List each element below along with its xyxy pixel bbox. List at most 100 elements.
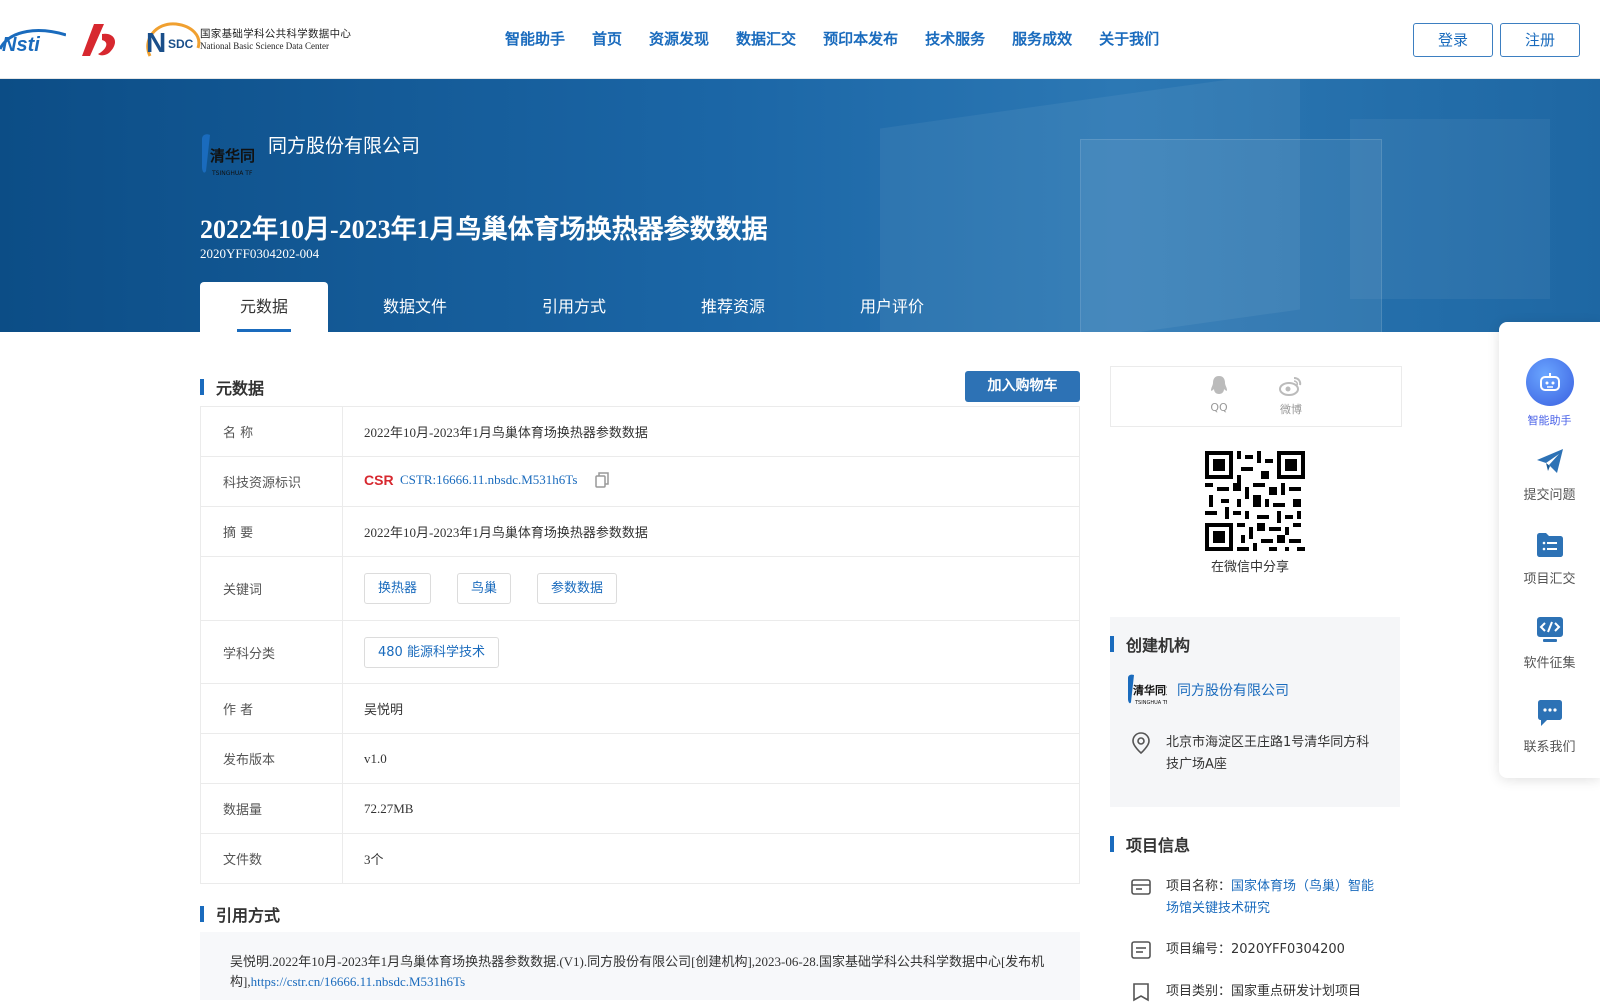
section-bar [1110,636,1114,652]
float-collect-label: 项目汇交 [1523,572,1576,587]
creator-section-title: 创建机构 [1110,632,1190,656]
table-row: 作 者 吴悦明 [200,683,1080,734]
nav-service-results[interactable]: 服务成效 [1012,28,1072,49]
card-icon [1131,879,1151,895]
nav-ai-assistant[interactable]: 智能助手 [505,28,565,49]
tab-metadata[interactable]: 元数据 [200,282,328,332]
floating-toolbar: 智能助手 提交问题 项目汇交 软件征集 联系我们 [1499,322,1600,778]
keyword-tag[interactable]: 参数数据 [537,573,618,604]
nav-about[interactable]: 关于我们 [1099,28,1159,49]
nsdc-badge-icon: N SDC [146,22,201,58]
float-software-collect[interactable]: 软件征集 [1499,614,1600,671]
tab-data-files[interactable]: 数据文件 [328,282,502,332]
nav-home[interactable]: 首页 [592,28,622,49]
svg-text:清华同方: 清华同方 [210,147,254,165]
label-keywords: 关键词 [200,556,343,621]
org-name[interactable]: 同方股份有限公司 [268,131,420,158]
register-button[interactable]: 注册 [1500,23,1580,57]
section-bar [200,906,204,922]
table-row: 名 称 2022年10月-2023年1月鸟巢体育场换热器参数数据 [200,406,1080,457]
section-bar [1110,836,1114,852]
nsdc-text: 国家基础学科公共科学数据中心 National Basic Science Da… [200,28,351,52]
keyword-tag[interactable]: 换热器 [364,573,432,604]
label-name: 名 称 [200,406,343,457]
cstr-logo-icon: CSR [364,472,394,488]
nsdc-logo[interactable]: N SDC 国家基础学科公共科学数据中心 National Basic Scie… [142,20,351,60]
creator-logo: 清华同方 TSINGHUA TF [1128,674,1167,706]
tab-citation[interactable]: 引用方式 [502,282,646,332]
share-qq[interactable]: QQ [1199,375,1239,414]
code-icon [1536,617,1563,642]
citation-link[interactable]: https://cstr.cn/16666.11.nbsdc.M531h6Ts [251,974,466,989]
svg-text:CSR: CSR [364,472,394,488]
dataset-code: 2020YFF0304202-004 [200,246,320,261]
project-section-title: 项目信息 [1110,832,1190,856]
add-to-cart-button[interactable]: 加入购物车 [965,371,1080,402]
float-project-collect[interactable]: 项目汇交 [1499,530,1600,587]
document-icon [1131,941,1151,959]
value-cstr-cell: CSR CSTR:16666.11.nbsdc.M531h6Ts [342,456,1080,507]
value-keywords: 换热器 鸟巢 参数数据 [342,556,1080,621]
location-icon [1132,732,1150,754]
nsdc-cn-name: 国家基础学科公共科学数据中心 [200,28,352,40]
nav-resource-discovery[interactable]: 资源发现 [649,28,709,49]
float-submit-question[interactable]: 提交问题 [1499,446,1600,503]
main-nav: 智能助手 首页 资源发现 数据汇交 预印本发布 技术服务 服务成效 关于我们 [505,28,1186,49]
value-size: 72.27MB [342,783,1080,834]
login-button[interactable]: 登录 [1413,23,1493,57]
detail-tabs: 元数据 数据文件 引用方式 推荐资源 用户评价 [200,282,964,332]
folder-list-icon [1536,533,1563,557]
tab-reviews[interactable]: 用户评价 [820,282,964,332]
qq-label: QQ [1210,401,1228,414]
project-number-row: 项目编号：2020YFF0304200 [1131,939,1381,961]
red-emblem-logo[interactable] [80,22,120,58]
project-name: 项目名称：国家体育场（鸟巢）智能场馆关键技术研究 [1166,876,1381,920]
subject-tag[interactable]: 480 能源科学技术 [364,636,499,668]
svg-text:TSINGHUA TF: TSINGHUA TF [1134,700,1167,706]
table-row: 发布版本 v1.0 [200,733,1080,784]
tab-recommended[interactable]: 推荐资源 [646,282,820,332]
qq-icon [1211,376,1227,394]
citation-box: 吴悦明.2022年10月-2023年1月鸟巢体育场换热器参数数据.(V1).同方… [200,932,1080,1000]
share-box: QQ 微博 [1110,366,1402,427]
project-heading: 项目信息 [1126,836,1191,855]
hero-banner: 清华同方 TSINGHUA TF 同方股份有限公司 2022年10月-2023年… [0,79,1600,332]
paper-plane-icon [1536,449,1563,473]
float-contact-us[interactable]: 联系我们 [1499,698,1600,755]
project-name-label: 项目名称： [1166,879,1232,894]
float-ai-assistant[interactable]: 智能助手 [1499,358,1600,428]
creator-address: 北京市海淀区王庄路1号清华同方科技广场A座 [1166,735,1370,772]
label-author: 作 者 [200,683,343,734]
nav-tech-services[interactable]: 技术服务 [925,28,985,49]
copy-icon[interactable] [594,471,609,488]
nav-preprint[interactable]: 预印本发布 [823,28,898,49]
metadata-table: 名 称 2022年10月-2023年1月鸟巢体育场换热器参数数据 科技资源标识 … [200,406,1080,884]
creator-name-link[interactable]: 同方股份有限公司 [1177,680,1289,700]
value-files: 3个 [342,833,1080,884]
float-software-label: 软件征集 [1523,656,1576,671]
logo-group: Nsti N SDC 国家基础学科公共科学数据中心 National Basic… [0,18,351,62]
table-row: 学科分类 480 能源科学技术 [200,620,1080,684]
project-name-row: 项目名称：国家体育场（鸟巢）智能场馆关键技术研究 [1131,876,1381,920]
value-author: 吴悦明 [342,683,1080,734]
label-files: 文件数 [200,833,343,884]
wechat-qr-code [1205,451,1305,551]
label-abstract: 摘 要 [200,506,343,557]
wechat-share-label: 在微信中分享 [1211,560,1290,575]
nstl-logo[interactable]: Nsti [0,25,66,55]
svg-text:TSINGHUA TF: TSINGHUA TF [211,170,253,177]
label-size: 数据量 [200,783,343,834]
value-name: 2022年10月-2023年1月鸟巢体育场换热器参数数据 [342,406,1080,457]
weibo-label: 微博 [1280,403,1302,416]
citation-heading: 引用方式 [216,906,281,925]
share-weibo[interactable]: 微博 [1271,375,1311,417]
metadata-section-title: 元数据 [200,375,264,399]
nav-data-submission[interactable]: 数据汇交 [736,28,796,49]
keyword-tag[interactable]: 鸟巢 [457,573,512,604]
cstr-link[interactable]: CSR CSTR:16666.11.nbsdc.M531h6Ts [364,472,577,488]
creator-heading: 创建机构 [1126,636,1191,655]
svg-text:N: N [146,27,166,58]
float-ai-label: 智能助手 [1527,414,1572,427]
table-row: 摘 要 2022年10月-2023年1月鸟巢体育场换热器参数数据 [200,506,1080,557]
weibo-icon [1279,377,1302,396]
